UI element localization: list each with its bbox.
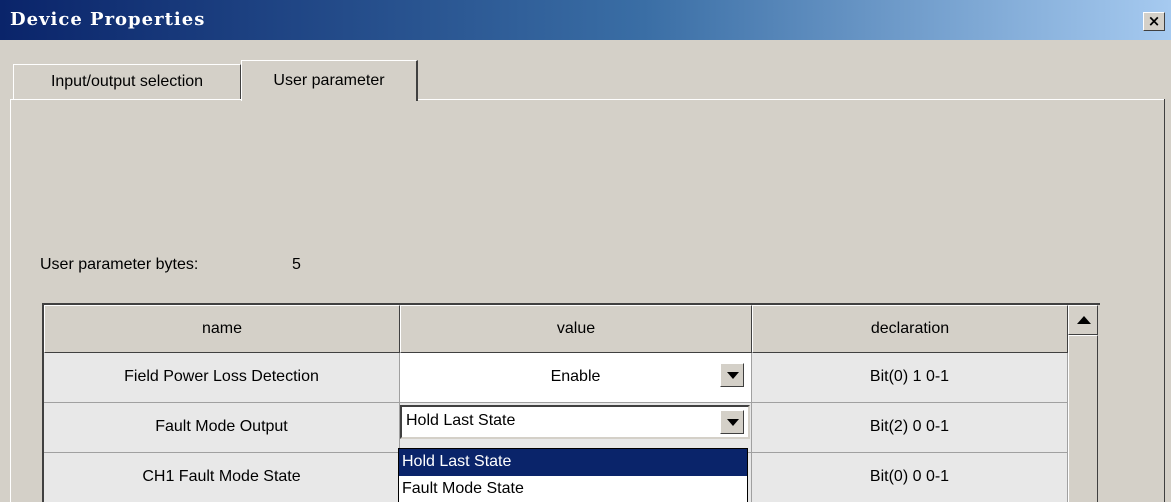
row-2-declaration: Bit(2) 0 0-1 xyxy=(752,403,1068,453)
row-1-name: Field Power Loss Detection xyxy=(44,353,400,403)
close-button[interactable]: × xyxy=(1143,12,1165,31)
user-parameter-bytes-label: User parameter bytes: xyxy=(40,256,199,273)
user-parameter-bytes-value: 5 xyxy=(292,256,301,273)
close-icon: × xyxy=(1147,12,1161,30)
combo-value: Hold Last State xyxy=(406,412,516,429)
chevron-down-icon xyxy=(727,419,739,426)
window-title: Device Properties xyxy=(10,9,206,30)
combo-dropdown-button[interactable] xyxy=(720,410,744,434)
row-1-declaration: Bit(0) 1 0-1 xyxy=(752,353,1068,403)
column-header-name[interactable]: name xyxy=(44,305,400,353)
row-2-name: Fault Mode Output xyxy=(44,403,400,453)
tab-panel-border xyxy=(10,99,1165,100)
tab-input-output-selection[interactable]: Input/output selection xyxy=(13,64,241,99)
tab-user-parameter[interactable]: User parameter xyxy=(241,60,418,101)
scroll-up-button[interactable] xyxy=(1068,305,1098,335)
chevron-down-icon xyxy=(727,372,739,379)
column-header-declaration[interactable]: declaration xyxy=(752,305,1068,353)
title-bar: Device Properties × xyxy=(0,0,1171,40)
tab-panel-left-edge xyxy=(10,99,11,502)
tab-panel-right-edge xyxy=(1164,99,1165,502)
row-1-dropdown-button[interactable] xyxy=(720,363,744,387)
dropdown-list: Hold Last State Fault Mode State xyxy=(398,448,748,502)
row-3-name: CH1 Fault Mode State xyxy=(44,453,400,502)
row-3-declaration: Bit(0) 0 0-1 xyxy=(752,453,1068,502)
vertical-scrollbar[interactable] xyxy=(1068,305,1098,502)
column-header-value[interactable]: value xyxy=(400,305,752,353)
arrow-up-icon xyxy=(1077,316,1091,324)
dropdown-option-fault-mode-state[interactable]: Fault Mode State xyxy=(399,476,747,502)
row-1-value-text: Enable xyxy=(550,368,601,385)
dropdown-option-hold-last-state[interactable]: Hold Last State xyxy=(399,449,747,476)
fault-mode-output-combo[interactable]: Hold Last State xyxy=(400,405,750,439)
row-1-value[interactable]: Enable xyxy=(400,353,752,403)
scroll-thumb[interactable] xyxy=(1068,335,1098,502)
